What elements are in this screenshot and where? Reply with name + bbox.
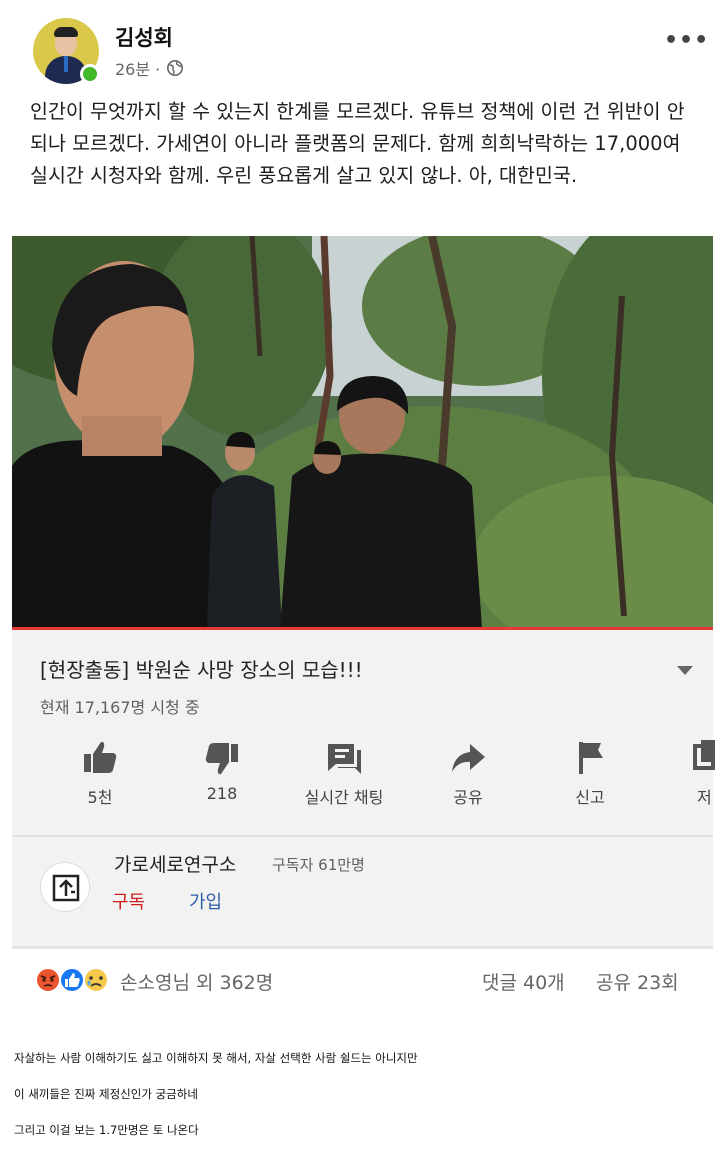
flag-icon xyxy=(579,742,603,774)
chevron-down-icon[interactable] xyxy=(677,666,693,675)
report-button[interactable]: 신고 xyxy=(530,738,650,808)
share-icon xyxy=(452,744,485,772)
divider xyxy=(12,946,713,949)
post-meta: 26분 · xyxy=(115,56,184,80)
channel-logo-icon xyxy=(52,874,80,902)
caption-line: 자살하는 사람 이해하기도 싫고 이해하지 못 해서, 자살 선택한 사람 쉴드… xyxy=(14,1051,418,1065)
author-name[interactable]: 김성회 xyxy=(115,22,173,52)
join-button[interactable]: 가입 xyxy=(189,888,222,914)
reaction-icons[interactable] xyxy=(32,966,112,994)
live-chat-button[interactable]: 실시간 채팅 xyxy=(284,738,404,808)
video-thumbnail[interactable] xyxy=(12,236,713,628)
share-button[interactable]: 공유 xyxy=(408,738,528,808)
post-time[interactable]: 26분 · xyxy=(115,56,160,80)
angry-icon xyxy=(35,967,61,993)
like-icon xyxy=(59,967,85,993)
reaction-summary[interactable]: 손소영님 외 362명 xyxy=(120,968,273,995)
share-count[interactable]: 공유 23회 xyxy=(596,968,679,995)
comment-count[interactable]: 댓글 40개 xyxy=(482,968,565,995)
post-header: 김성회 26분 · ••• xyxy=(0,0,717,90)
subscriber-count: 구독자 61만명 xyxy=(272,856,365,874)
reactions-row: 손소영님 외 362명 댓글 40개 공유 23회 xyxy=(0,962,717,1002)
dislike-button[interactable]: 218 xyxy=(162,738,282,803)
live-viewer-count: 현재 17,167명 시청 중 xyxy=(40,698,200,717)
caption-line: 그리고 이걸 보는 1.7만명은 토 나온다 xyxy=(14,1123,199,1137)
thumbs-up-icon xyxy=(84,741,117,773)
subscribe-button[interactable]: 구독 xyxy=(112,888,145,914)
sad-icon xyxy=(83,967,109,993)
video-actions: 5천 218 실시간 채팅 공유 신고 저 xyxy=(12,738,715,818)
online-status-icon xyxy=(80,64,100,84)
globe-icon xyxy=(167,59,184,77)
save-icon xyxy=(693,740,715,770)
channel-name[interactable]: 가로세로연구소 xyxy=(114,850,236,877)
caption-line: 이 새끼들은 진짜 제정신인가 궁금하네 xyxy=(14,1087,198,1101)
live-chat-icon xyxy=(328,744,361,774)
save-button[interactable]: 저 xyxy=(655,738,715,808)
post-text: 인간이 무엇까지 할 수 있는지 한계를 모르겠다. 유튜브 정책에 이런 건 … xyxy=(30,100,685,187)
divider xyxy=(12,835,713,837)
like-button[interactable]: 5천 xyxy=(40,738,160,808)
thumbs-down-icon xyxy=(205,743,238,775)
youtube-info-panel: [현장출동] 박원순 사망 장소의 모습!!! 현재 17,167명 시청 중 … xyxy=(12,630,715,948)
channel-logo[interactable] xyxy=(40,862,90,912)
facebook-post: 김성회 26분 · ••• 인간이 무엇까지 할 수 있는지 한계를 모르겠다.… xyxy=(0,0,717,1025)
video-title[interactable]: [현장출동] 박원순 사망 장소의 모습!!! xyxy=(40,654,363,683)
more-options-icon[interactable]: ••• xyxy=(664,28,709,53)
